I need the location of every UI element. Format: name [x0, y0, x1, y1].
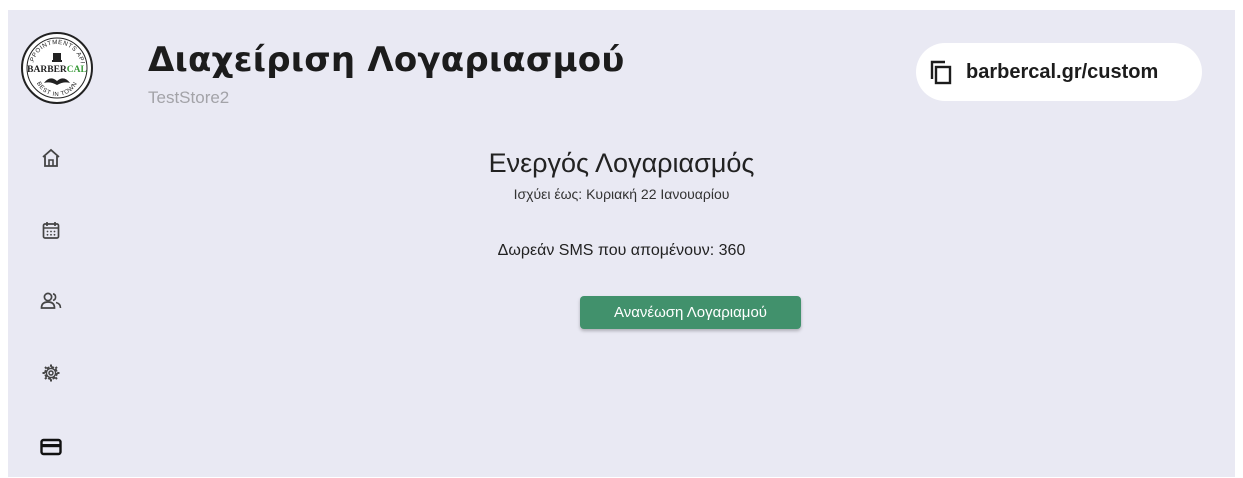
copy-link-button[interactable]: barbercal.gr/custom	[916, 43, 1202, 101]
copy-icon	[930, 60, 952, 85]
sidebar-item-billing[interactable]	[40, 436, 62, 458]
app-window: APPOINTMENTS APP BEST IN TOWN BARBERCAL …	[8, 10, 1235, 477]
svg-text:BARBERCAL: BARBERCAL	[27, 65, 87, 75]
users-icon	[40, 292, 62, 309]
valid-until-text: Ισχύει έως: Κυριακή 22 Ιανουαρίου	[513, 186, 730, 202]
store-name: TestStore2	[148, 88, 230, 107]
sms-remaining-text: Δωρεάν SMS που απομένουν: 360	[497, 242, 746, 259]
gear-icon	[42, 364, 60, 382]
account-status-title: Ενεργός Λογαριασμός	[488, 148, 755, 178]
renew-account-button[interactable]: Ανανέωση Λογαριαμού	[580, 296, 801, 329]
sidebar-item-users[interactable]	[40, 290, 62, 312]
custom-link-text: barbercal.gr/custom	[966, 60, 1159, 83]
credit-card-icon	[40, 438, 62, 456]
calendar-icon	[42, 222, 60, 239]
page-title: Διαχείριση Λογαριασμού	[148, 40, 625, 80]
sidebar-item-calendar[interactable]	[40, 219, 62, 241]
barbercal-logo[interactable]: APPOINTMENTS APP BEST IN TOWN BARBERCAL	[20, 31, 94, 105]
sidebar-item-settings[interactable]	[40, 362, 62, 384]
